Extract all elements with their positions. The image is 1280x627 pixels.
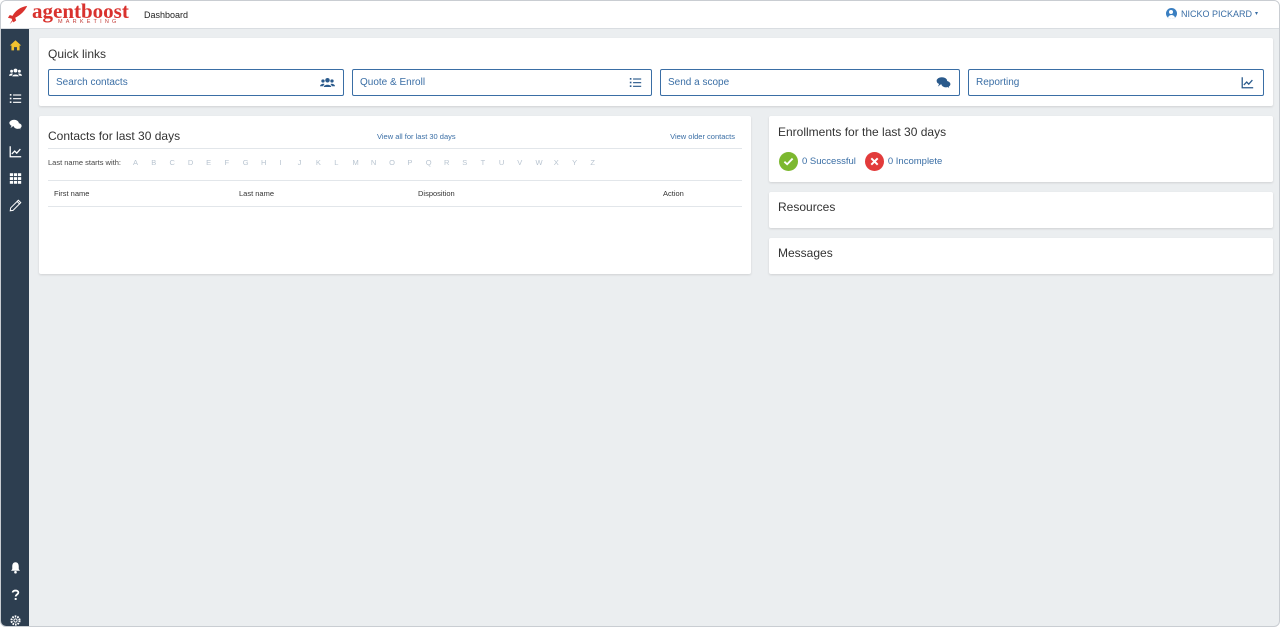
sidebar-item-messages[interactable] (1, 113, 29, 135)
alpha-letter-t[interactable]: T (481, 158, 499, 167)
alpha-letter-m[interactable]: M (353, 158, 371, 167)
successful-link[interactable]: 0 Successful (802, 156, 856, 167)
sidebar-item-list[interactable] (1, 87, 29, 109)
divider (48, 180, 742, 181)
list-icon (9, 93, 21, 103)
send-scope-button[interactable]: Send a scope (660, 69, 960, 96)
view-all-link[interactable]: View all for last 30 days (377, 132, 456, 141)
alpha-letter-z[interactable]: Z (590, 158, 608, 167)
alpha-filter-label: Last name starts with: (48, 158, 121, 167)
users-icon (320, 78, 335, 87)
alpha-letters: ABCDEFGHIJKLMNOPQRSTUVWXYZ (133, 158, 609, 167)
alpha-letter-k[interactable]: K (316, 158, 334, 167)
contacts-title: Contacts for last 30 days (48, 129, 181, 143)
brand-tagline: MARKETING (58, 18, 120, 25)
resources-card[interactable]: Resources (769, 192, 1273, 228)
column-header-last-name[interactable]: Last name (239, 189, 274, 198)
user-menu[interactable]: NICKO PICKARD ▾ (1165, 8, 1258, 19)
contacts-card: Contacts for last 30 days View all for l… (39, 116, 751, 274)
search-contacts-label: Search contacts (56, 77, 128, 88)
column-header-first-name[interactable]: First name (54, 189, 89, 198)
alpha-letter-o[interactable]: O (389, 158, 407, 167)
chart-line-icon (9, 145, 21, 157)
search-contacts-button[interactable]: Search contacts (48, 69, 344, 96)
alpha-letter-p[interactable]: P (407, 158, 425, 167)
quote-enroll-button[interactable]: Quote & Enroll (352, 69, 652, 96)
alpha-letter-r[interactable]: R (444, 158, 462, 167)
top-bar: agentboost MARKETING Dashboard NICKO PIC… (1, 1, 1279, 29)
alpha-letter-f[interactable]: F (224, 158, 242, 167)
grid-icon (9, 172, 21, 184)
chart-line-icon (1241, 77, 1254, 89)
alpha-letter-g[interactable]: G (243, 158, 261, 167)
comments-icon (8, 119, 22, 130)
check-circle-icon (779, 152, 798, 171)
quote-enroll-label: Quote & Enroll (360, 77, 426, 88)
alpha-letter-y[interactable]: Y (572, 158, 590, 167)
caret-down-icon: ▾ (1254, 11, 1258, 17)
alpha-letter-i[interactable]: I (279, 158, 297, 167)
list-icon (629, 78, 642, 87)
sidebar-item-reporting[interactable] (1, 140, 29, 162)
x-circle-icon (864, 152, 884, 171)
alpha-letter-c[interactable]: C (170, 158, 188, 167)
brand-logo[interactable]: agentboost MARKETING (7, 1, 129, 29)
alpha-letter-d[interactable]: D (188, 158, 206, 167)
divider (48, 206, 742, 207)
column-header-disposition[interactable]: Disposition (418, 189, 455, 198)
alpha-letter-b[interactable]: B (151, 158, 169, 167)
alpha-letter-w[interactable]: W (535, 158, 553, 167)
alpha-letter-a[interactable]: A (133, 158, 151, 167)
messages-title: Messages (778, 246, 833, 260)
alpha-letter-v[interactable]: V (517, 158, 535, 167)
rocket-icon (7, 5, 28, 24)
alpha-letter-e[interactable]: E (206, 158, 224, 167)
sidebar-item-notifications[interactable] (1, 556, 29, 578)
reporting-button[interactable]: Reporting (968, 69, 1264, 96)
alpha-letter-l[interactable]: L (334, 158, 352, 167)
enrollments-card: Enrollments for the last 30 days 0 Succe… (769, 116, 1273, 182)
brand-wordmark: agentboost MARKETING (32, 1, 129, 29)
sidebar-item-edit[interactable] (1, 194, 29, 216)
users-icon (8, 68, 22, 76)
comments-icon (936, 77, 951, 89)
app-frame: agentboost MARKETING Dashboard NICKO PIC… (0, 0, 1280, 627)
user-name: NICKO PICKARD (1180, 8, 1252, 19)
sidebar-item-contacts[interactable] (1, 61, 29, 83)
messages-card[interactable]: Messages (769, 238, 1273, 274)
user-circle-icon (1165, 8, 1177, 19)
alpha-letter-x[interactable]: X (554, 158, 572, 167)
enrollment-stats: 0 Successful 0 Incomplete (779, 152, 942, 171)
sidebar-item-settings[interactable] (1, 609, 29, 626)
column-header-action: Action (663, 189, 684, 198)
quick-links-title: Quick links (48, 47, 107, 61)
sidebar-item-help[interactable] (1, 583, 29, 605)
pencil-icon (9, 199, 21, 211)
alpha-letter-u[interactable]: U (499, 158, 517, 167)
settings-icon (9, 614, 21, 626)
resources-title: Resources (778, 200, 836, 214)
bell-icon (10, 561, 20, 574)
alpha-letter-n[interactable]: N (371, 158, 389, 167)
reporting-label: Reporting (976, 77, 1020, 88)
incomplete-link[interactable]: 0 Incomplete (888, 156, 942, 167)
view-older-link[interactable]: View older contacts (670, 132, 735, 141)
alpha-letter-s[interactable]: S (462, 158, 480, 167)
alpha-letter-q[interactable]: Q (426, 158, 444, 167)
help-icon (11, 589, 19, 600)
quick-links-card: Quick links Search contacts Quote & Enro… (39, 38, 1273, 106)
sidebar-item-apps[interactable] (1, 167, 29, 189)
page-title: Dashboard (144, 9, 189, 20)
alpha-filter: Last name starts with: ABCDEFGHIJKLMNOPQ… (48, 158, 609, 167)
alpha-letter-h[interactable]: H (261, 158, 279, 167)
home-icon (9, 39, 21, 50)
send-scope-label: Send a scope (668, 77, 730, 88)
sidebar-item-home[interactable] (1, 34, 29, 56)
alpha-letter-j[interactable]: J (298, 158, 316, 167)
sidebar (1, 29, 29, 626)
divider (48, 148, 742, 149)
enrollments-title: Enrollments for the last 30 days (778, 125, 947, 139)
